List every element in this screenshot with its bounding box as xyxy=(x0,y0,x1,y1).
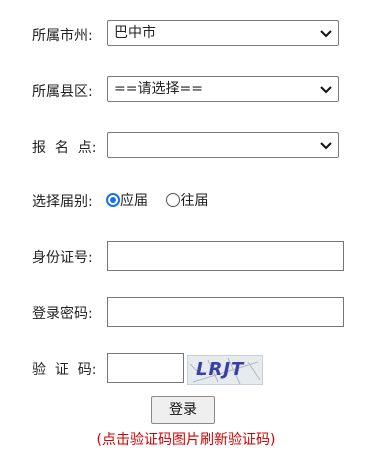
captcha-refresh-hint: (点击验证码图片刷新验证码) xyxy=(96,432,276,448)
captcha-label: 验 证 码: xyxy=(32,362,97,378)
city-label: 所属市州: xyxy=(32,28,93,44)
captcha-image[interactable]: LRJT xyxy=(187,355,263,385)
county-label: 所属县区: xyxy=(32,84,93,100)
captcha-input[interactable] xyxy=(107,353,184,383)
id-number-label: 身份证号: xyxy=(32,250,93,266)
county-row: 所属县区: ==请选择== xyxy=(0,76,372,106)
id-number-row: 身份证号: xyxy=(0,241,372,271)
session-option-current-label[interactable]: 应届 xyxy=(120,193,148,209)
login-button[interactable]: 登录 xyxy=(151,396,215,424)
password-input[interactable] xyxy=(107,297,344,327)
password-row: 登录密码: xyxy=(0,297,372,327)
chevron-down-icon xyxy=(320,86,332,94)
session-row: 选择届别: 应届 往届 xyxy=(0,186,372,216)
site-row: 报 名 点: xyxy=(0,132,372,162)
password-label: 登录密码: xyxy=(32,306,93,322)
id-number-input[interactable] xyxy=(107,241,344,271)
site-select[interactable] xyxy=(107,132,339,158)
chevron-down-icon xyxy=(320,142,332,150)
city-row: 所属市州: 巴中市 xyxy=(0,20,372,50)
session-radio-previous[interactable] xyxy=(166,193,181,207)
captcha-code: LRJT xyxy=(196,359,245,380)
county-select-value: ==请选择== xyxy=(114,81,203,97)
city-select[interactable]: 巴中市 xyxy=(107,20,339,46)
captcha-row: 验 证 码: LRJT xyxy=(0,353,372,387)
city-select-value: 巴中市 xyxy=(114,25,156,41)
session-option-previous-label[interactable]: 往届 xyxy=(180,193,208,209)
site-label: 报 名 点: xyxy=(32,140,97,156)
session-label: 选择届别: xyxy=(32,194,93,210)
session-radio-current[interactable] xyxy=(106,193,120,207)
chevron-down-icon xyxy=(320,30,332,38)
county-select[interactable]: ==请选择== xyxy=(107,76,339,102)
session-radio-group: 应届 往届 xyxy=(106,191,208,211)
